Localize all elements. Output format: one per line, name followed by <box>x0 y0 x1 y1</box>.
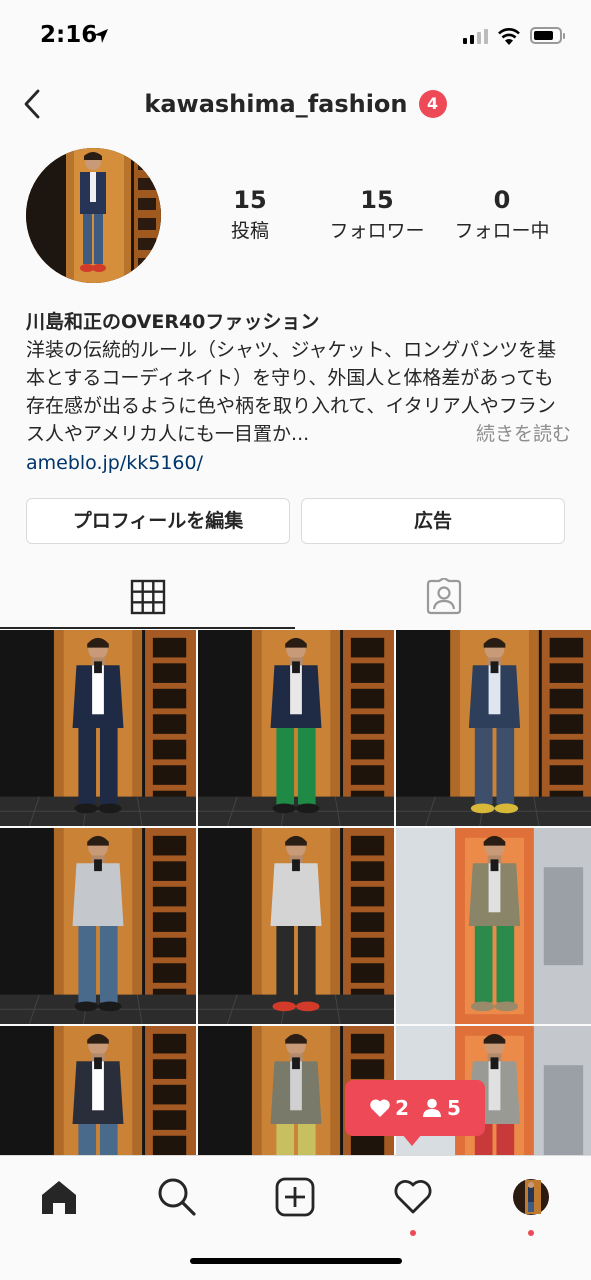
status-time: 2:16 <box>40 22 98 48</box>
profile-header: kawashima_fashion 4 <box>0 72 591 140</box>
plus-square-icon <box>275 1177 315 1217</box>
header-title: kawashima_fashion 4 <box>0 90 591 118</box>
profile-stats: 15 投稿 15 フォロワー 0 フォロー中 <box>190 186 590 256</box>
activity-popup[interactable]: 2 5 <box>345 1080 485 1136</box>
activity-popup-tail <box>402 1134 422 1146</box>
nav-activity[interactable] <box>388 1172 438 1236</box>
profile-notification-dot <box>528 1230 534 1236</box>
avatar <box>513 1179 549 1215</box>
bio-text-block: 洋装の伝統的ルール（シャツ、ジャケット、ロングパンツを基本とするコーディネイト）… <box>26 336 571 448</box>
activity-follows: 5 <box>421 1096 461 1120</box>
nav-profile[interactable] <box>506 1172 556 1236</box>
promote-button[interactable]: 広告 <box>301 498 565 544</box>
stat-followers-count: 15 <box>360 186 394 214</box>
location-arrow-icon <box>94 29 108 43</box>
post-thumbnail[interactable] <box>0 630 196 826</box>
post-thumbnail[interactable] <box>396 828 591 1024</box>
post-thumbnail[interactable] <box>396 630 591 826</box>
profile-tabs <box>0 566 591 629</box>
stat-followers[interactable]: 15 フォロワー <box>307 186 447 243</box>
edit-profile-button[interactable]: プロフィールを編集 <box>26 498 290 544</box>
battery-icon <box>530 27 565 44</box>
nav-new-post[interactable] <box>270 1172 320 1222</box>
stat-following-label: フォロー中 <box>454 220 550 242</box>
post-thumbnail[interactable] <box>0 828 196 1024</box>
activity-likes: 2 <box>369 1096 409 1120</box>
heart-outline-icon <box>394 1180 432 1214</box>
grid-icon <box>130 579 165 615</box>
stat-following[interactable]: 0 フォロー中 <box>432 186 572 243</box>
heart-icon <box>370 1099 390 1117</box>
tagged-person-icon <box>426 578 461 615</box>
nav-search[interactable] <box>152 1172 202 1222</box>
username: kawashima_fashion <box>144 90 408 118</box>
home-indicator <box>190 1258 402 1264</box>
post-thumbnail[interactable] <box>0 1026 196 1155</box>
status-bar: 2:16 <box>0 0 591 72</box>
search-icon <box>158 1178 196 1216</box>
tab-tagged[interactable] <box>296 566 591 628</box>
home-icon <box>42 1181 76 1214</box>
stat-following-count: 0 <box>493 186 511 214</box>
stat-posts-label: 投稿 <box>230 220 269 242</box>
notification-badge[interactable]: 4 <box>418 90 447 118</box>
signal-icon <box>463 28 488 44</box>
stat-posts-count: 15 <box>233 186 267 214</box>
activity-notification-dot <box>410 1230 416 1236</box>
activity-follows-count: 5 <box>447 1096 461 1120</box>
posts-grid <box>0 630 591 1155</box>
active-tab-indicator <box>0 627 295 629</box>
stat-posts[interactable]: 15 投稿 <box>180 186 320 243</box>
wifi-icon <box>498 28 520 45</box>
tab-posts-grid[interactable] <box>0 566 295 629</box>
post-thumbnail[interactable] <box>198 828 394 1024</box>
nav-home[interactable] <box>34 1172 84 1222</box>
bio-more-link[interactable]: 続きを読む <box>467 420 571 448</box>
activity-likes-count: 2 <box>395 1096 409 1120</box>
bio-name: 川島和正のOVER40ファッション <box>26 311 320 333</box>
post-thumbnail[interactable] <box>198 630 394 826</box>
person-icon <box>423 1098 441 1117</box>
profile-avatar[interactable] <box>26 148 161 283</box>
profile-bio: 川島和正のOVER40ファッション 洋装の伝統的ルール（シャツ、ジャケット、ロン… <box>26 308 571 478</box>
bio-website-link[interactable]: ameblo.jp/kk5160/ <box>26 448 571 478</box>
stat-followers-label: フォロワー <box>329 220 425 242</box>
